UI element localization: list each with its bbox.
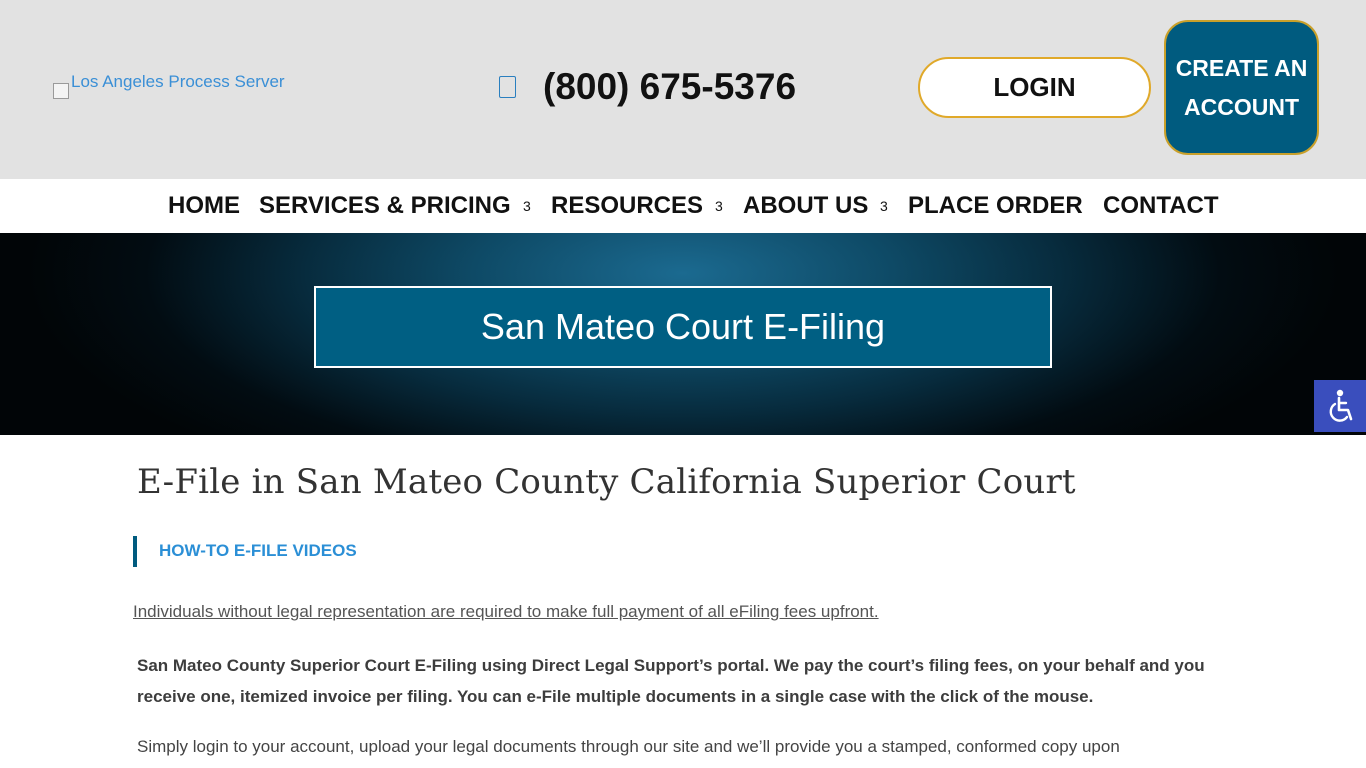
broken-image-icon: [53, 82, 69, 99]
how-to-videos-link[interactable]: HOW-TO E-FILE VIDEOS: [159, 541, 357, 561]
wheelchair-icon: [1329, 389, 1353, 422]
nav-item-place-order[interactable]: PLACE ORDER: [908, 192, 1083, 220]
resources-submenu-caret-icon[interactable]: 3: [715, 198, 723, 214]
hero-title: San Mateo Court E-Filing: [480, 306, 886, 347]
body-paragraph: Simply login to your account, upload you…: [137, 737, 1120, 756]
hero-title-box: San Mateo Court E-Filing: [314, 286, 1052, 368]
nav-item-contact[interactable]: CONTACT: [1103, 192, 1219, 220]
login-button[interactable]: LOGIN: [918, 57, 1151, 118]
intro-paragraph: San Mateo County Superior Court E-Filing…: [137, 656, 1205, 706]
services-submenu-caret-icon[interactable]: 3: [523, 198, 531, 214]
phone-icon: [499, 76, 516, 98]
nav-item-resources[interactable]: RESOURCES: [551, 192, 703, 220]
about-submenu-caret-icon[interactable]: 3: [880, 198, 888, 214]
phone-number-link[interactable]: (800) 675-5376: [543, 64, 796, 110]
accessibility-toolbar-button[interactable]: [1314, 380, 1366, 432]
nav-item-home[interactable]: HOME: [168, 192, 240, 220]
section-accent-bar: [133, 536, 137, 567]
create-account-button[interactable]: CREATE AN ACCOUNT: [1164, 20, 1319, 155]
nav-item-about-us[interactable]: ABOUT US: [743, 192, 868, 220]
site-logo[interactable]: Los Angeles Process Server: [53, 73, 303, 103]
create-account-label: CREATE AN ACCOUNT: [1175, 54, 1308, 120]
nav-item-services-pricing[interactable]: SERVICES & PRICING: [259, 192, 511, 220]
fees-notice-link[interactable]: Individuals without legal representation…: [133, 602, 879, 622]
page-heading: E-File in San Mateo County California Su…: [137, 462, 1076, 502]
login-button-label: LOGIN: [993, 72, 1076, 102]
logo-alt-text: Los Angeles Process Server: [71, 73, 285, 91]
